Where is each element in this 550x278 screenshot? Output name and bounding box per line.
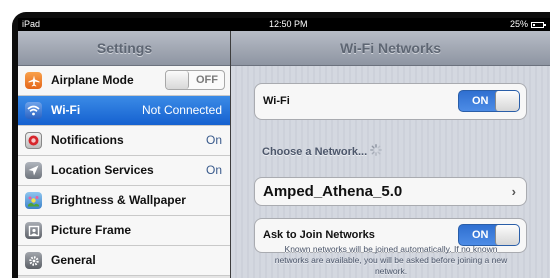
battery-percent: 25%	[509, 19, 528, 29]
settings-item-airplane-mode[interactable]: Airplane Mode OFF	[18, 66, 230, 96]
wifi-icon	[25, 102, 42, 119]
carrier-label: iPad	[22, 19, 41, 29]
airplane-mode-switch-text: OFF	[196, 74, 218, 86]
ask-to-join-switch-text: ON	[472, 229, 489, 241]
network-row-amped-athena[interactable]: Amped_Athena_5.0 ›	[255, 178, 526, 205]
settings-item-general[interactable]: General	[18, 246, 230, 276]
notifications-icon	[25, 132, 42, 149]
picture-frame-icon	[25, 222, 42, 239]
ask-to-join-switch[interactable]: ON	[458, 224, 520, 246]
airplane-mode-switch[interactable]: OFF	[165, 70, 225, 90]
airplane-mode-label: Airplane Mode	[51, 73, 134, 87]
battery-indicator: 25%	[509, 18, 546, 31]
wifi-label: Wi-Fi	[51, 103, 81, 117]
settings-item-location-services[interactable]: Location Services On	[18, 156, 230, 186]
location-icon	[25, 162, 42, 179]
ipad-screen: iPad 12:50 PM 25% Settings Airplane Mode…	[18, 18, 550, 278]
choose-network-label: Choose a Network...	[262, 146, 368, 158]
wifi-status-value: Not Connected	[141, 103, 222, 117]
notifications-label: Notifications	[51, 133, 124, 147]
airplane-mode-switch-knob	[166, 71, 189, 89]
notifications-value: On	[205, 133, 222, 147]
settings-item-picture-frame[interactable]: Picture Frame	[18, 216, 230, 246]
settings-item-brightness-wallpaper[interactable]: Brightness & Wallpaper	[18, 186, 230, 216]
wifi-networks-title: Wi-Fi Networks	[231, 31, 550, 66]
ask-to-join-footnote: Known networks will be joined automatica…	[274, 244, 508, 276]
general-label: General	[51, 253, 96, 267]
network-list: Amped_Athena_5.0 ›	[254, 177, 527, 206]
wifi-switch[interactable]: ON	[458, 90, 520, 112]
location-services-label: Location Services	[51, 163, 154, 177]
wifi-toggle-label: Wi-Fi	[263, 95, 290, 107]
clock: 12:50 PM	[269, 19, 308, 29]
settings-item-wifi[interactable]: Wi-Fi Not Connected	[18, 96, 230, 126]
airplane-icon	[25, 72, 42, 89]
settings-item-notifications[interactable]: Notifications On	[18, 126, 230, 156]
settings-title: Settings	[18, 31, 231, 66]
battery-fill	[533, 23, 535, 26]
settings-list: Airplane Mode OFF Wi-Fi Not Connected No…	[18, 66, 230, 276]
ask-to-join-switch-knob	[495, 225, 519, 245]
battery-icon	[531, 21, 546, 28]
wifi-toggle-group: Wi-Fi ON	[254, 83, 527, 120]
chevron-right-icon[interactable]: ›	[512, 178, 516, 205]
picture-frame-label: Picture Frame	[51, 223, 132, 237]
brightness-wallpaper-icon	[25, 192, 42, 209]
brightness-wallpaper-label: Brightness & Wallpaper	[51, 193, 186, 207]
status-bar: iPad 12:50 PM 25%	[18, 18, 550, 31]
wifi-switch-knob	[495, 91, 519, 111]
gear-icon	[25, 252, 42, 269]
settings-pane: Settings Airplane Mode OFF Wi-Fi Not Con…	[18, 31, 231, 278]
location-services-value: On	[205, 163, 222, 177]
wifi-switch-text: ON	[472, 95, 489, 107]
network-name: Amped_Athena_5.0	[263, 183, 403, 200]
loading-spinner-icon	[370, 144, 382, 156]
